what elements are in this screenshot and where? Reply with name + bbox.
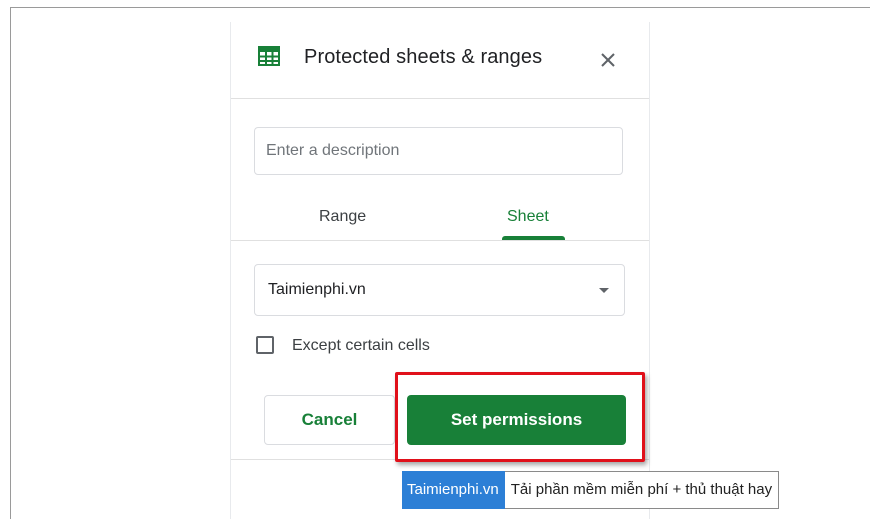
sheet-select[interactable]: Taimienphi.vn: [254, 264, 625, 316]
except-cells-label[interactable]: Except certain cells: [292, 337, 430, 355]
dropdown-arrow-icon: [599, 288, 609, 293]
panel-title: Protected sheets & ranges: [304, 46, 543, 68]
sheets-grid-icon: [258, 46, 280, 66]
highlight-annotation-box: [395, 372, 645, 462]
except-cells-checkbox[interactable]: [256, 336, 274, 354]
tab-range[interactable]: Range: [319, 208, 366, 226]
tabs-divider: [231, 240, 649, 241]
panel-header: Protected sheets & ranges: [231, 22, 649, 99]
window-frame-left: [10, 7, 11, 519]
watermark-brand: Taimienphi.vn: [402, 471, 505, 509]
tab-sheet[interactable]: Sheet: [507, 208, 549, 226]
cancel-button[interactable]: Cancel: [264, 395, 395, 445]
watermark-tagline: Tải phần mềm miễn phí + thủ thuật hay: [504, 471, 780, 509]
sheet-select-value: Taimienphi.vn: [268, 281, 366, 298]
window-frame-top: [10, 7, 870, 8]
description-input[interactable]: [254, 127, 623, 175]
close-icon[interactable]: [597, 49, 619, 71]
watermark-banner: Taimienphi.vn Tải phần mềm miễn phí + th…: [402, 471, 780, 509]
